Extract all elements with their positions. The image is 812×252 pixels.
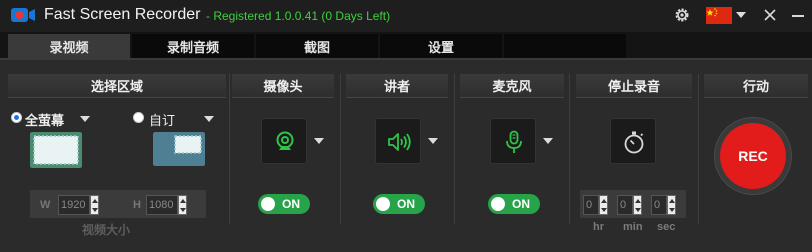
hours-field[interactable] [583, 195, 599, 215]
tab-empty [504, 34, 626, 58]
microphone-toggle-label: ON [512, 197, 530, 211]
microphone-button[interactable] [490, 118, 536, 164]
section-stop-recording: 停止录音 [576, 74, 692, 98]
language-flag[interactable] [706, 7, 732, 24]
width-field[interactable] [58, 195, 90, 215]
minutes-stepper[interactable] [633, 195, 642, 215]
stopwatch-button[interactable] [610, 118, 656, 164]
section-microphone: 麦克风 [460, 74, 564, 98]
divider [229, 74, 230, 224]
fullscreen-label[interactable]: 全萤幕 [25, 110, 64, 129]
speaker-icon [388, 133, 411, 151]
toggle-knob [261, 197, 275, 211]
custom-label[interactable]: 自订 [149, 110, 175, 129]
divider [340, 74, 341, 224]
height-stepper[interactable] [178, 195, 187, 215]
narrator-dropdown-caret[interactable] [428, 138, 438, 144]
height-field[interactable] [146, 195, 178, 215]
divider [569, 74, 570, 224]
title-bar: Fast Screen Recorder - Registered 1.0.0.… [0, 0, 812, 32]
divider [698, 74, 699, 224]
fullscreen-radio[interactable] [11, 112, 22, 123]
rec-button[interactable]: REC [720, 123, 786, 189]
hours-unit-label: hr [593, 221, 604, 233]
camera-record-icon [11, 8, 35, 22]
tab-record-audio[interactable]: 录制音频 [132, 34, 254, 58]
microphone-toggle[interactable]: ON [488, 194, 540, 214]
custom-dropdown-caret[interactable] [204, 116, 214, 122]
seconds-field[interactable] [651, 195, 667, 215]
fullscreen-dropdown-caret[interactable] [80, 116, 90, 122]
narrator-toggle-label: ON [397, 197, 415, 211]
custom-radio[interactable] [133, 112, 144, 123]
width-label: W [40, 199, 51, 211]
seconds-unit-label: sec [657, 221, 676, 233]
china-flag-icon [706, 8, 718, 17]
divider [454, 74, 455, 224]
stopwatch-icon [624, 131, 644, 154]
toggle-knob [491, 197, 505, 211]
registration-status: - Registered 1.0.0.41 (0 Days Left) [206, 9, 391, 23]
hours-stepper[interactable] [599, 195, 608, 215]
gear-icon[interactable] [673, 6, 691, 24]
section-select-area: 选择区域 [8, 74, 226, 98]
tab-bar: 录视频 录制音频 截图 设置 [0, 32, 812, 58]
section-camera: 摄像头 [232, 74, 334, 98]
record-video-panel: 选择区域 摄像头 讲者 麦克风 停止录音 行动 全萤幕 自订 W H 视频大小 … [0, 58, 812, 252]
language-dropdown-caret[interactable] [736, 12, 746, 18]
minutes-field[interactable] [617, 195, 633, 215]
narrator-toggle[interactable]: ON [373, 194, 425, 214]
webcam-button[interactable] [261, 118, 307, 164]
camera-dropdown-caret[interactable] [314, 138, 324, 144]
close-icon[interactable] [764, 9, 776, 21]
video-size-title: 视频大小 [82, 223, 131, 237]
tab-record-video[interactable]: 录视频 [8, 34, 130, 58]
microphone-icon [506, 130, 522, 153]
toggle-knob [376, 197, 390, 211]
camera-toggle[interactable]: ON [258, 194, 310, 214]
tab-settings[interactable]: 设置 [380, 34, 502, 58]
webcam-icon [276, 131, 294, 150]
microphone-dropdown-caret[interactable] [543, 138, 553, 144]
seconds-stepper[interactable] [667, 195, 676, 215]
section-narrator: 讲者 [346, 74, 448, 98]
minutes-unit-label: min [623, 221, 643, 233]
custom-area-button[interactable] [153, 132, 205, 166]
camera-toggle-label: ON [282, 197, 300, 211]
tab-screenshot[interactable]: 截图 [256, 34, 378, 58]
width-stepper[interactable] [90, 195, 99, 215]
section-action: 行动 [704, 74, 808, 98]
speaker-button[interactable] [375, 118, 421, 164]
height-label: H [133, 199, 141, 211]
fullscreen-area-button[interactable] [30, 132, 82, 168]
app-title: Fast Screen Recorder [44, 6, 201, 23]
minimize-icon[interactable] [792, 15, 804, 17]
